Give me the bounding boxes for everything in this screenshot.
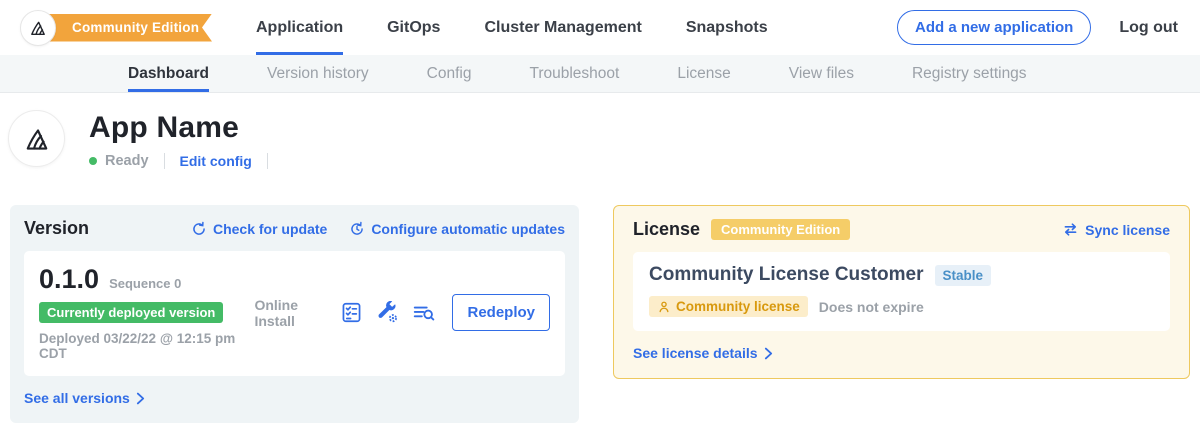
version-card-title: Version [24, 218, 89, 239]
version-number: 0.1.0 [39, 264, 99, 295]
subnav-registry-settings[interactable]: Registry settings [912, 55, 1027, 92]
chevron-right-icon [136, 392, 145, 405]
logout-link[interactable]: Log out [1119, 19, 1178, 37]
version-card: Version Check for update [10, 205, 579, 423]
deployed-badge: Currently deployed version [39, 302, 223, 323]
preflight-checks-icon[interactable] [340, 301, 363, 324]
status-label: Ready [105, 153, 149, 169]
subnav-version-history[interactable]: Version history [267, 55, 369, 92]
app-icon [8, 110, 65, 167]
see-all-versions-link[interactable]: See all versions [24, 390, 145, 406]
dashboard-cards: Version Check for update [0, 205, 1200, 423]
refresh-icon [191, 221, 207, 237]
community-edition-label: Community Edition [72, 20, 199, 35]
subnav-troubleshoot[interactable]: Troubleshoot [529, 55, 619, 92]
community-edition-ribbon: Community Edition [42, 14, 212, 42]
install-type-label: Online Install [254, 297, 325, 329]
edit-config-link[interactable]: Edit config [180, 153, 252, 169]
check-for-update-link[interactable]: Check for update [191, 221, 327, 237]
subnav-license[interactable]: License [677, 55, 730, 92]
license-details-panel: Community License Customer Stable Commun… [633, 252, 1170, 331]
subnav-view-files[interactable]: View files [789, 55, 854, 92]
subnav-config[interactable]: Config [427, 55, 472, 92]
sync-icon [1062, 221, 1079, 238]
license-card-title: License [633, 219, 700, 240]
schedule-update-icon [349, 221, 365, 237]
license-card: License Community Edition Sync license [613, 205, 1190, 379]
app-subnav: Dashboard Version history Config Trouble… [0, 55, 1200, 93]
primary-nav: Application GitOps Cluster Management Sn… [256, 0, 768, 55]
kots-admin-console: Community Edition Application GitOps Clu… [0, 0, 1200, 424]
topnav-gitops[interactable]: GitOps [387, 0, 440, 55]
chevron-right-icon [764, 347, 773, 360]
add-application-button[interactable]: Add a new application [897, 10, 1091, 45]
app-header: App Name Ready Edit config [0, 93, 1200, 169]
page-title: App Name [89, 111, 275, 145]
edition-badge: Community Edition [711, 219, 850, 240]
topnav-snapshots[interactable]: Snapshots [686, 0, 768, 55]
license-type-badge: Community license [649, 296, 808, 317]
person-icon [657, 300, 671, 314]
topnav-application[interactable]: Application [256, 0, 343, 55]
subnav-dashboard[interactable]: Dashboard [128, 55, 209, 92]
current-version-panel: 0.1.0 Sequence 0 Currently deployed vers… [24, 251, 565, 376]
sequence-label: Sequence 0 [109, 276, 181, 291]
deployed-timestamp: Deployed 03/22/22 @ 12:15 pm CDT [39, 331, 254, 361]
divider [164, 153, 165, 169]
topbar-right: Add a new application Log out [897, 10, 1178, 45]
app-status-row: Ready Edit config [89, 153, 275, 169]
sync-license-link[interactable]: Sync license [1062, 221, 1170, 238]
channel-badge: Stable [935, 265, 992, 286]
divider [267, 153, 268, 169]
see-license-details-link[interactable]: See license details [633, 345, 773, 361]
config-wrench-icon[interactable] [376, 301, 399, 324]
replicated-logo-icon[interactable] [20, 10, 56, 46]
configure-auto-updates-link[interactable]: Configure automatic updates [349, 221, 565, 237]
brand: Community Edition [20, 10, 212, 46]
topnav-cluster-management[interactable]: Cluster Management [484, 0, 641, 55]
redeploy-button[interactable]: Redeploy [452, 294, 550, 331]
expiry-label: Does not expire [819, 299, 924, 315]
top-navbar: Community Edition Application GitOps Clu… [0, 0, 1200, 55]
view-logs-icon[interactable] [412, 303, 436, 323]
status-dot [89, 157, 97, 165]
customer-name: Community License Customer [649, 264, 924, 286]
